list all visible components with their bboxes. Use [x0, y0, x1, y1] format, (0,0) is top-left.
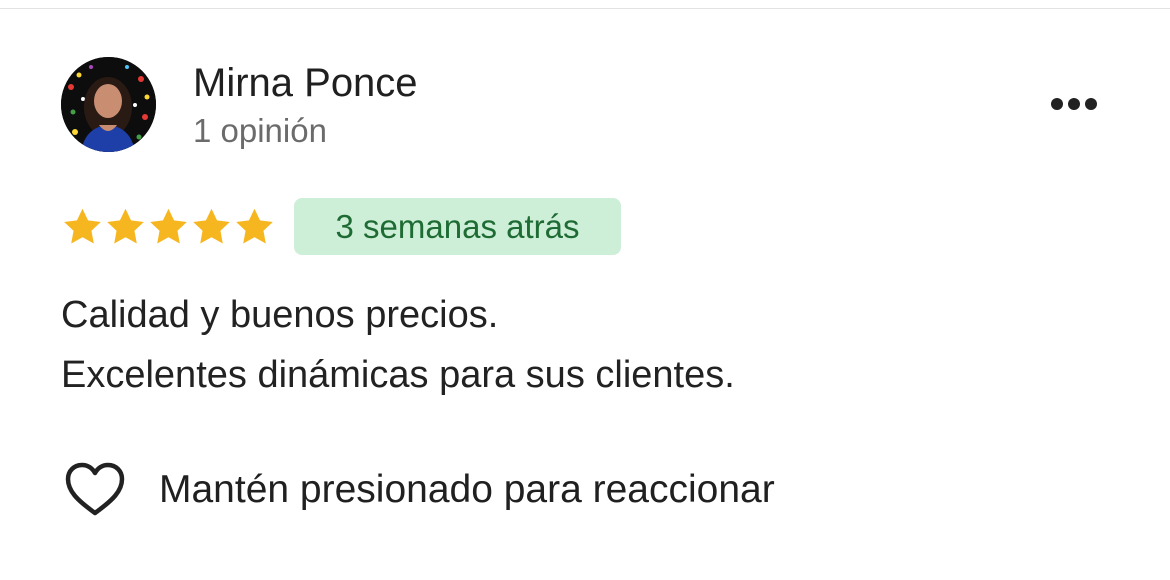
avatar[interactable]	[61, 57, 156, 152]
star-rating	[61, 205, 276, 249]
review-text-line: Calidad y buenos precios.	[61, 294, 499, 336]
star-icon	[147, 205, 190, 249]
review-text: Calidad y buenos precios. Excelentes din…	[61, 285, 1121, 405]
top-divider	[0, 8, 1170, 9]
star-icon	[104, 205, 147, 249]
star-icon	[233, 205, 276, 249]
heart-outline-icon	[63, 460, 127, 520]
time-ago-badge: 3 semanas atrás	[294, 198, 621, 255]
review-count: 1 opinión	[193, 112, 327, 149]
reviewer-name[interactable]: Mirna Ponce	[193, 60, 418, 106]
more-horizontal-icon	[1040, 86, 1108, 122]
review-text-line: Excelentes dinámicas para sus clientes.	[61, 354, 735, 396]
more-options-button[interactable]	[1040, 86, 1108, 122]
react-label: Mantén presionado para reaccionar	[159, 468, 775, 511]
star-icon	[61, 205, 104, 249]
react-button[interactable]: Mantén presionado para reaccionar	[63, 458, 775, 522]
star-icon	[190, 205, 233, 249]
